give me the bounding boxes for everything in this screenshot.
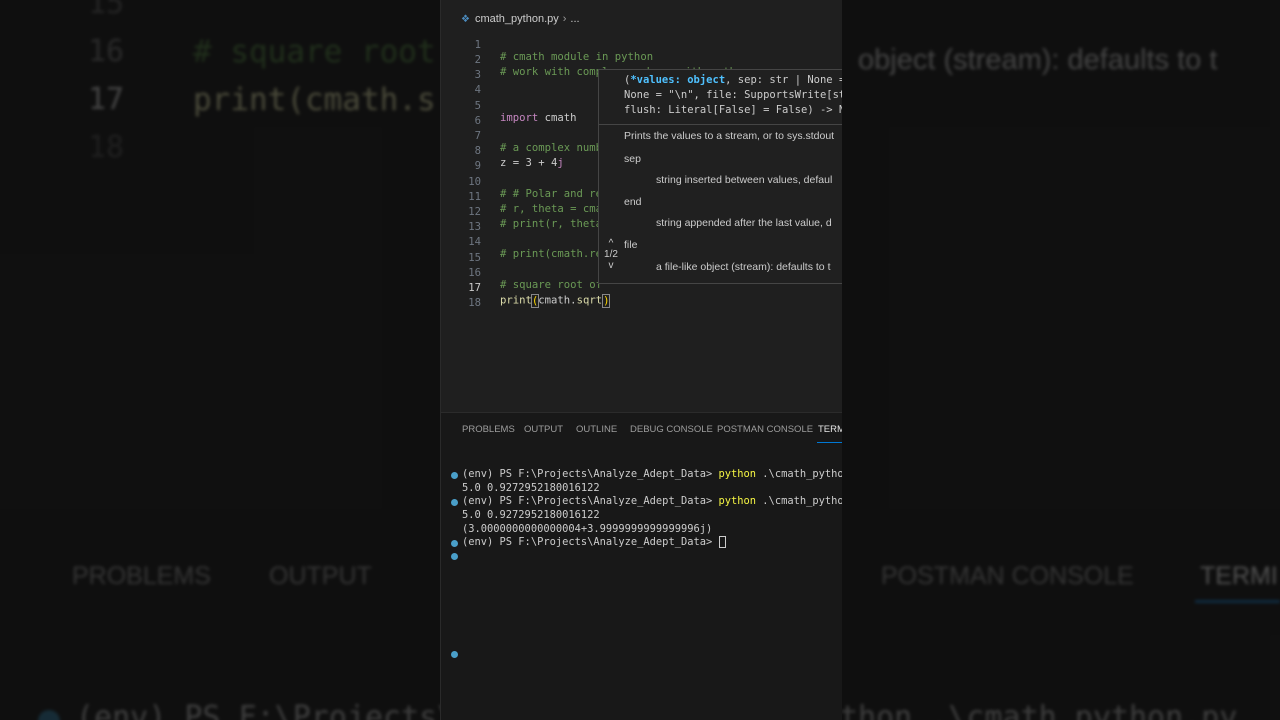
divider (599, 124, 842, 125)
prompt: (env) PS F:\Projects\Analyze_Adept_Data> (462, 536, 713, 548)
terminal-line: (env) PS F:\Projects\Analyze_Adept_Data> (462, 536, 726, 550)
param-desc: string inserted between values, defaul (656, 174, 833, 186)
terminal-line: (env) PS F:\Projects\Analyze_Adept_Data>… (462, 468, 842, 482)
param-name: end (624, 196, 642, 208)
code-line: 2 # work with complex numbers with pytho… (441, 42, 842, 78)
tab-postman-console[interactable]: POSTMAN CONSOLE (717, 424, 813, 435)
line-number: 18 (468, 297, 481, 309)
command-status-dot[interactable] (451, 499, 458, 506)
signature-help-popup: (*values: object, sep: str | None = None… (598, 69, 842, 284)
tab-problems[interactable]: PROBLEMS (462, 424, 515, 435)
terminal-output: 5.0 0.9272952180016122 (462, 482, 600, 494)
overload-count: 1/2 (604, 249, 618, 260)
command-arg: .\cmath_python.py (762, 495, 842, 507)
tab-output[interactable]: OUTPUT (524, 424, 563, 435)
signature-line: flush: Literal[False] = False) -> No (624, 104, 842, 116)
tab-outline[interactable]: OUTLINE (576, 424, 617, 435)
command: python (718, 495, 757, 507)
terminal-line: (env) PS F:\Projects\Analyze_Adept_Data>… (462, 495, 842, 509)
signature: (*values: object, sep: str | None = None… (624, 73, 842, 118)
signature-rest: , sep: str | None = (725, 74, 842, 86)
command: python (718, 468, 757, 480)
param-desc: string appended after the last value, d (656, 217, 832, 229)
command-status-dot[interactable] (451, 472, 458, 479)
panel-tabs: PROBLEMS OUTPUT OUTLINE DEBUG CONSOLE PO… (441, 413, 842, 445)
param-desc: a file-like object (stream): defaults to… (656, 261, 831, 273)
terminal-output: (3.0000000000000004+3.9999999999999996j) (462, 523, 713, 535)
active-tab-indicator (817, 442, 842, 443)
chevron-down-icon[interactable]: v (601, 260, 621, 271)
tab-debug-console[interactable]: DEBUG CONSOLE (630, 424, 713, 435)
bottom-panel: PROBLEMS OUTPUT OUTLINE DEBUG CONSOLE PO… (441, 412, 842, 720)
python-file-icon: ❖ (461, 13, 470, 25)
overload-pager: ^ 1/2 v (601, 238, 621, 271)
breadcrumb-more[interactable]: ... (570, 13, 579, 25)
terminal-output: 5.0 0.9272952180016122 (462, 509, 600, 521)
tab-terminal[interactable]: TERMI (818, 424, 842, 435)
terminal-cursor (718, 536, 726, 548)
active-parameter: *values: object (630, 74, 726, 86)
chevron-right-icon: › (562, 13, 567, 25)
prompt: (env) PS F:\Projects\Analyze_Adept_Data> (462, 495, 713, 507)
chevron-up-icon[interactable]: ^ (601, 238, 621, 249)
summary-text: Prints the values to a stream, or to sys… (624, 130, 835, 142)
command-status-dot[interactable] (451, 540, 458, 547)
param-name: sep (624, 153, 641, 165)
signature-line: None = "\n", file: SupportsWrite[str (624, 89, 842, 101)
breadcrumb: ❖ cmath_python.py › ... (441, 9, 842, 29)
breadcrumb-file[interactable]: cmath_python.py (475, 13, 559, 25)
command-status-dot[interactable] (451, 553, 458, 560)
command-status-dot[interactable] (451, 651, 458, 658)
command-arg: .\cmath_python.py (762, 468, 842, 480)
prompt: (env) PS F:\Projects\Analyze_Adept_Data> (462, 468, 713, 480)
code-line: 18 (441, 285, 842, 309)
code-line: 1 # cmath module in python (441, 27, 842, 63)
param-name: file (624, 239, 638, 251)
